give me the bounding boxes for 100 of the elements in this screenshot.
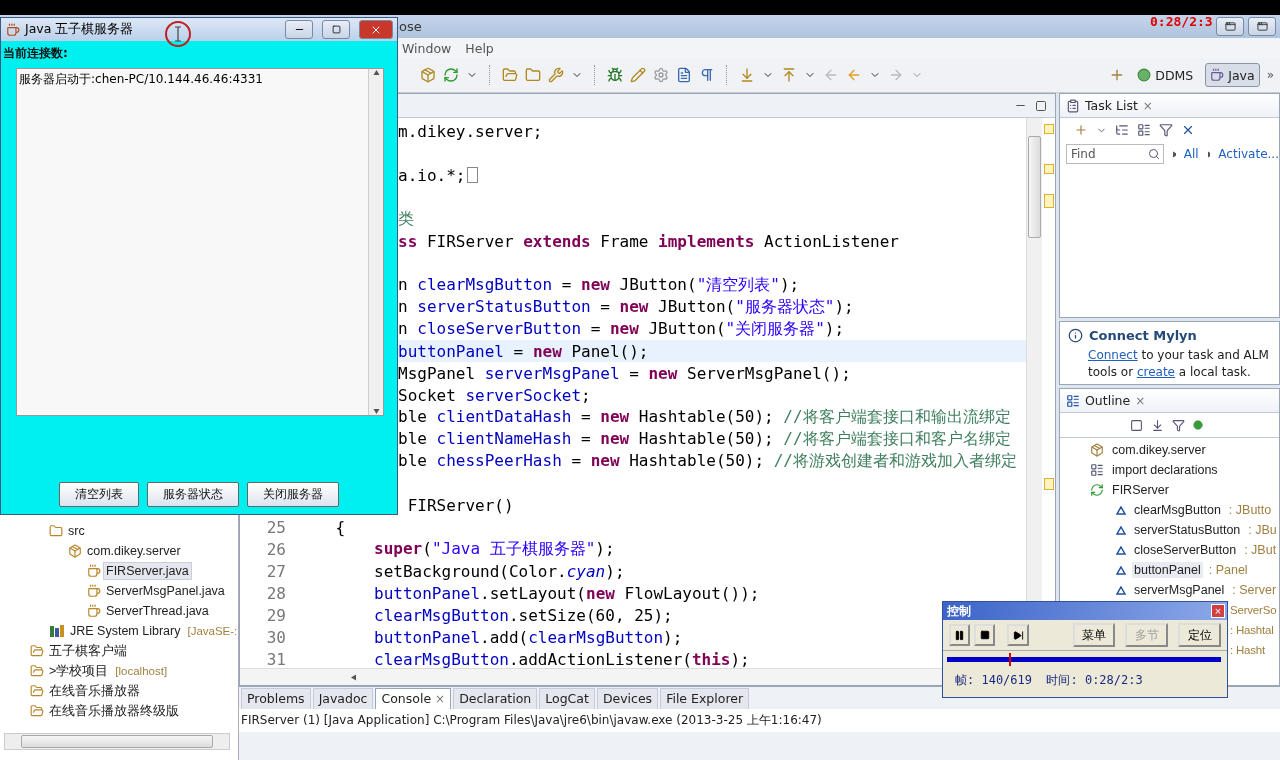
tree-item[interactable]: ServerMsgPanel.java bbox=[103, 582, 228, 600]
dot-icon[interactable] bbox=[1193, 420, 1203, 430]
restore-button[interactable] bbox=[1216, 17, 1244, 36]
close-button[interactable]: × bbox=[1211, 604, 1225, 618]
log-area[interactable]: 服务器启动于:chen-PC/10.144.46.46:4331 bbox=[16, 68, 384, 416]
perspective-button[interactable]: Java bbox=[1205, 63, 1260, 87]
player-button[interactable]: 菜单 bbox=[1072, 623, 1116, 647]
outline-item[interactable]: buttonPanel bbox=[1132, 562, 1203, 578]
menu-item[interactable]: Window bbox=[402, 40, 452, 56]
close-button[interactable] bbox=[359, 20, 393, 39]
outline-item[interactable]: import declarations bbox=[1110, 462, 1220, 478]
close-icon[interactable]: × bbox=[1142, 98, 1153, 113]
bug-icon[interactable] bbox=[607, 67, 623, 83]
tree-item[interactable]: com.dikey.server bbox=[84, 542, 184, 560]
perspective-button[interactable]: DDMS bbox=[1132, 63, 1199, 87]
type-label: : Panel bbox=[1208, 563, 1248, 577]
tree-item[interactable]: >学校项目 bbox=[46, 660, 112, 682]
code-line: clearMsgButton.setSize(60, 25); bbox=[373, 605, 673, 625]
recording-time: 0:28/2:3 bbox=[1150, 14, 1213, 29]
outline-item[interactable]: clearMsgButton bbox=[1132, 502, 1223, 518]
panel-tab[interactable]: Task List bbox=[1085, 98, 1138, 113]
maximize-button[interactable] bbox=[322, 20, 350, 39]
sort-icon[interactable] bbox=[1151, 418, 1164, 432]
console-tab[interactable]: Devices bbox=[596, 687, 659, 709]
triangle-icon[interactable] bbox=[1172, 150, 1176, 158]
tree-item[interactable]: 在线音乐播放器 bbox=[46, 680, 143, 702]
close-icon[interactable]: × bbox=[435, 691, 446, 706]
filter-icon[interactable] bbox=[1172, 418, 1185, 432]
player-button[interactable]: 定位 bbox=[1178, 623, 1221, 647]
code-line: Socket serverSocket; bbox=[398, 385, 591, 405]
console-tab[interactable]: Problems bbox=[241, 687, 311, 709]
more-perspectives[interactable]: » bbox=[1266, 68, 1274, 82]
find-field[interactable]: Find bbox=[1066, 144, 1164, 164]
horizontal-scrollbar[interactable] bbox=[4, 733, 230, 750]
scroll-up-icon[interactable] bbox=[372, 69, 380, 76]
minimize-button[interactable] bbox=[285, 20, 313, 39]
search-icon[interactable] bbox=[1148, 148, 1160, 160]
gear-icon[interactable] bbox=[653, 67, 669, 83]
server-button[interactable]: 关闭服务器 bbox=[247, 482, 339, 507]
console-tab[interactable]: Javadoc bbox=[312, 687, 374, 709]
categorized-icon[interactable] bbox=[1115, 123, 1129, 137]
outline-item[interactable]: serverStatusButton bbox=[1132, 522, 1243, 538]
link[interactable]: create bbox=[1136, 365, 1175, 379]
close-icon[interactable]: × bbox=[1135, 393, 1146, 408]
document-icon[interactable] bbox=[676, 67, 692, 83]
triangle-icon[interactable] bbox=[1206, 150, 1211, 158]
overview-mark[interactable] bbox=[1043, 164, 1054, 174]
console-tab[interactable]: LogCat bbox=[539, 687, 595, 709]
tree-item[interactable]: 五子棋客户端 bbox=[46, 640, 130, 662]
console-tab[interactable]: Declaration bbox=[453, 687, 538, 709]
tree-item[interactable]: src bbox=[65, 522, 88, 540]
restore-button[interactable] bbox=[1248, 17, 1276, 36]
tree-item[interactable]: 在线音乐播放器终级版 bbox=[46, 700, 182, 722]
outline-item[interactable]: closeServerButton bbox=[1132, 542, 1239, 558]
down-arrow-icon[interactable] bbox=[739, 67, 755, 83]
pilcrow-icon[interactable] bbox=[699, 67, 715, 83]
stop-button[interactable] bbox=[974, 624, 996, 646]
link[interactable]: Activate... bbox=[1218, 147, 1279, 161]
overview-mark[interactable] bbox=[1043, 478, 1054, 490]
up-arrow-icon[interactable] bbox=[781, 67, 797, 83]
scroll-left-icon[interactable] bbox=[350, 673, 357, 681]
tree-item[interactable]: FIRServer.java bbox=[103, 562, 192, 580]
outline-item[interactable]: serverMsgPanel bbox=[1132, 582, 1227, 598]
pencil-icon[interactable] bbox=[630, 67, 646, 83]
refresh-icon[interactable] bbox=[443, 67, 459, 83]
java-file-icon bbox=[87, 604, 101, 618]
link[interactable]: Connect bbox=[1088, 348, 1138, 362]
step-button[interactable] bbox=[1007, 624, 1029, 646]
wrench-icon[interactable] bbox=[548, 67, 564, 83]
folder-icon[interactable] bbox=[502, 67, 518, 83]
new-task-icon[interactable] bbox=[1074, 123, 1088, 137]
outline-icon bbox=[1066, 393, 1080, 408]
overview-mark[interactable] bbox=[1043, 124, 1054, 134]
menu-item[interactable]: Help bbox=[465, 40, 494, 56]
folded-code-marker[interactable] bbox=[467, 167, 479, 183]
panel-tab[interactable]: Outline bbox=[1085, 393, 1131, 408]
scroll-down-icon[interactable] bbox=[372, 408, 380, 415]
folder-icon[interactable] bbox=[525, 67, 541, 83]
tree-item[interactable]: JRE System Library bbox=[67, 622, 184, 640]
maximize-icon[interactable] bbox=[1035, 99, 1047, 112]
console-tab[interactable]: File Explorer bbox=[660, 687, 750, 709]
server-button[interactable]: 清空列表 bbox=[59, 482, 139, 507]
filter-icon[interactable] bbox=[1159, 123, 1173, 137]
type-label: : JBut bbox=[1244, 543, 1277, 557]
list-icon[interactable] bbox=[1137, 123, 1151, 137]
overview-mark[interactable] bbox=[1043, 194, 1054, 208]
type-label: : Hasht bbox=[1230, 644, 1266, 656]
pause-button[interactable] bbox=[949, 624, 971, 646]
tree-item[interactable]: ServerThread.java bbox=[103, 602, 212, 620]
type-label: : JButto bbox=[1228, 503, 1272, 517]
package-icon[interactable] bbox=[420, 67, 436, 83]
server-button[interactable]: 服务器状态 bbox=[147, 482, 239, 507]
collapse-icon[interactable] bbox=[1130, 418, 1143, 432]
console-tab[interactable]: Console × bbox=[375, 687, 452, 709]
remove-icon[interactable] bbox=[1181, 123, 1195, 137]
progress-marker[interactable] bbox=[1008, 653, 1011, 666]
log-text: 服务器启动于:chen-PC/10.144.46.46:4331 bbox=[19, 72, 263, 86]
outline-item[interactable]: FIRServer bbox=[1110, 482, 1171, 498]
link[interactable]: All bbox=[1183, 147, 1199, 161]
outline-item[interactable]: com.dikey.server bbox=[1110, 442, 1208, 458]
